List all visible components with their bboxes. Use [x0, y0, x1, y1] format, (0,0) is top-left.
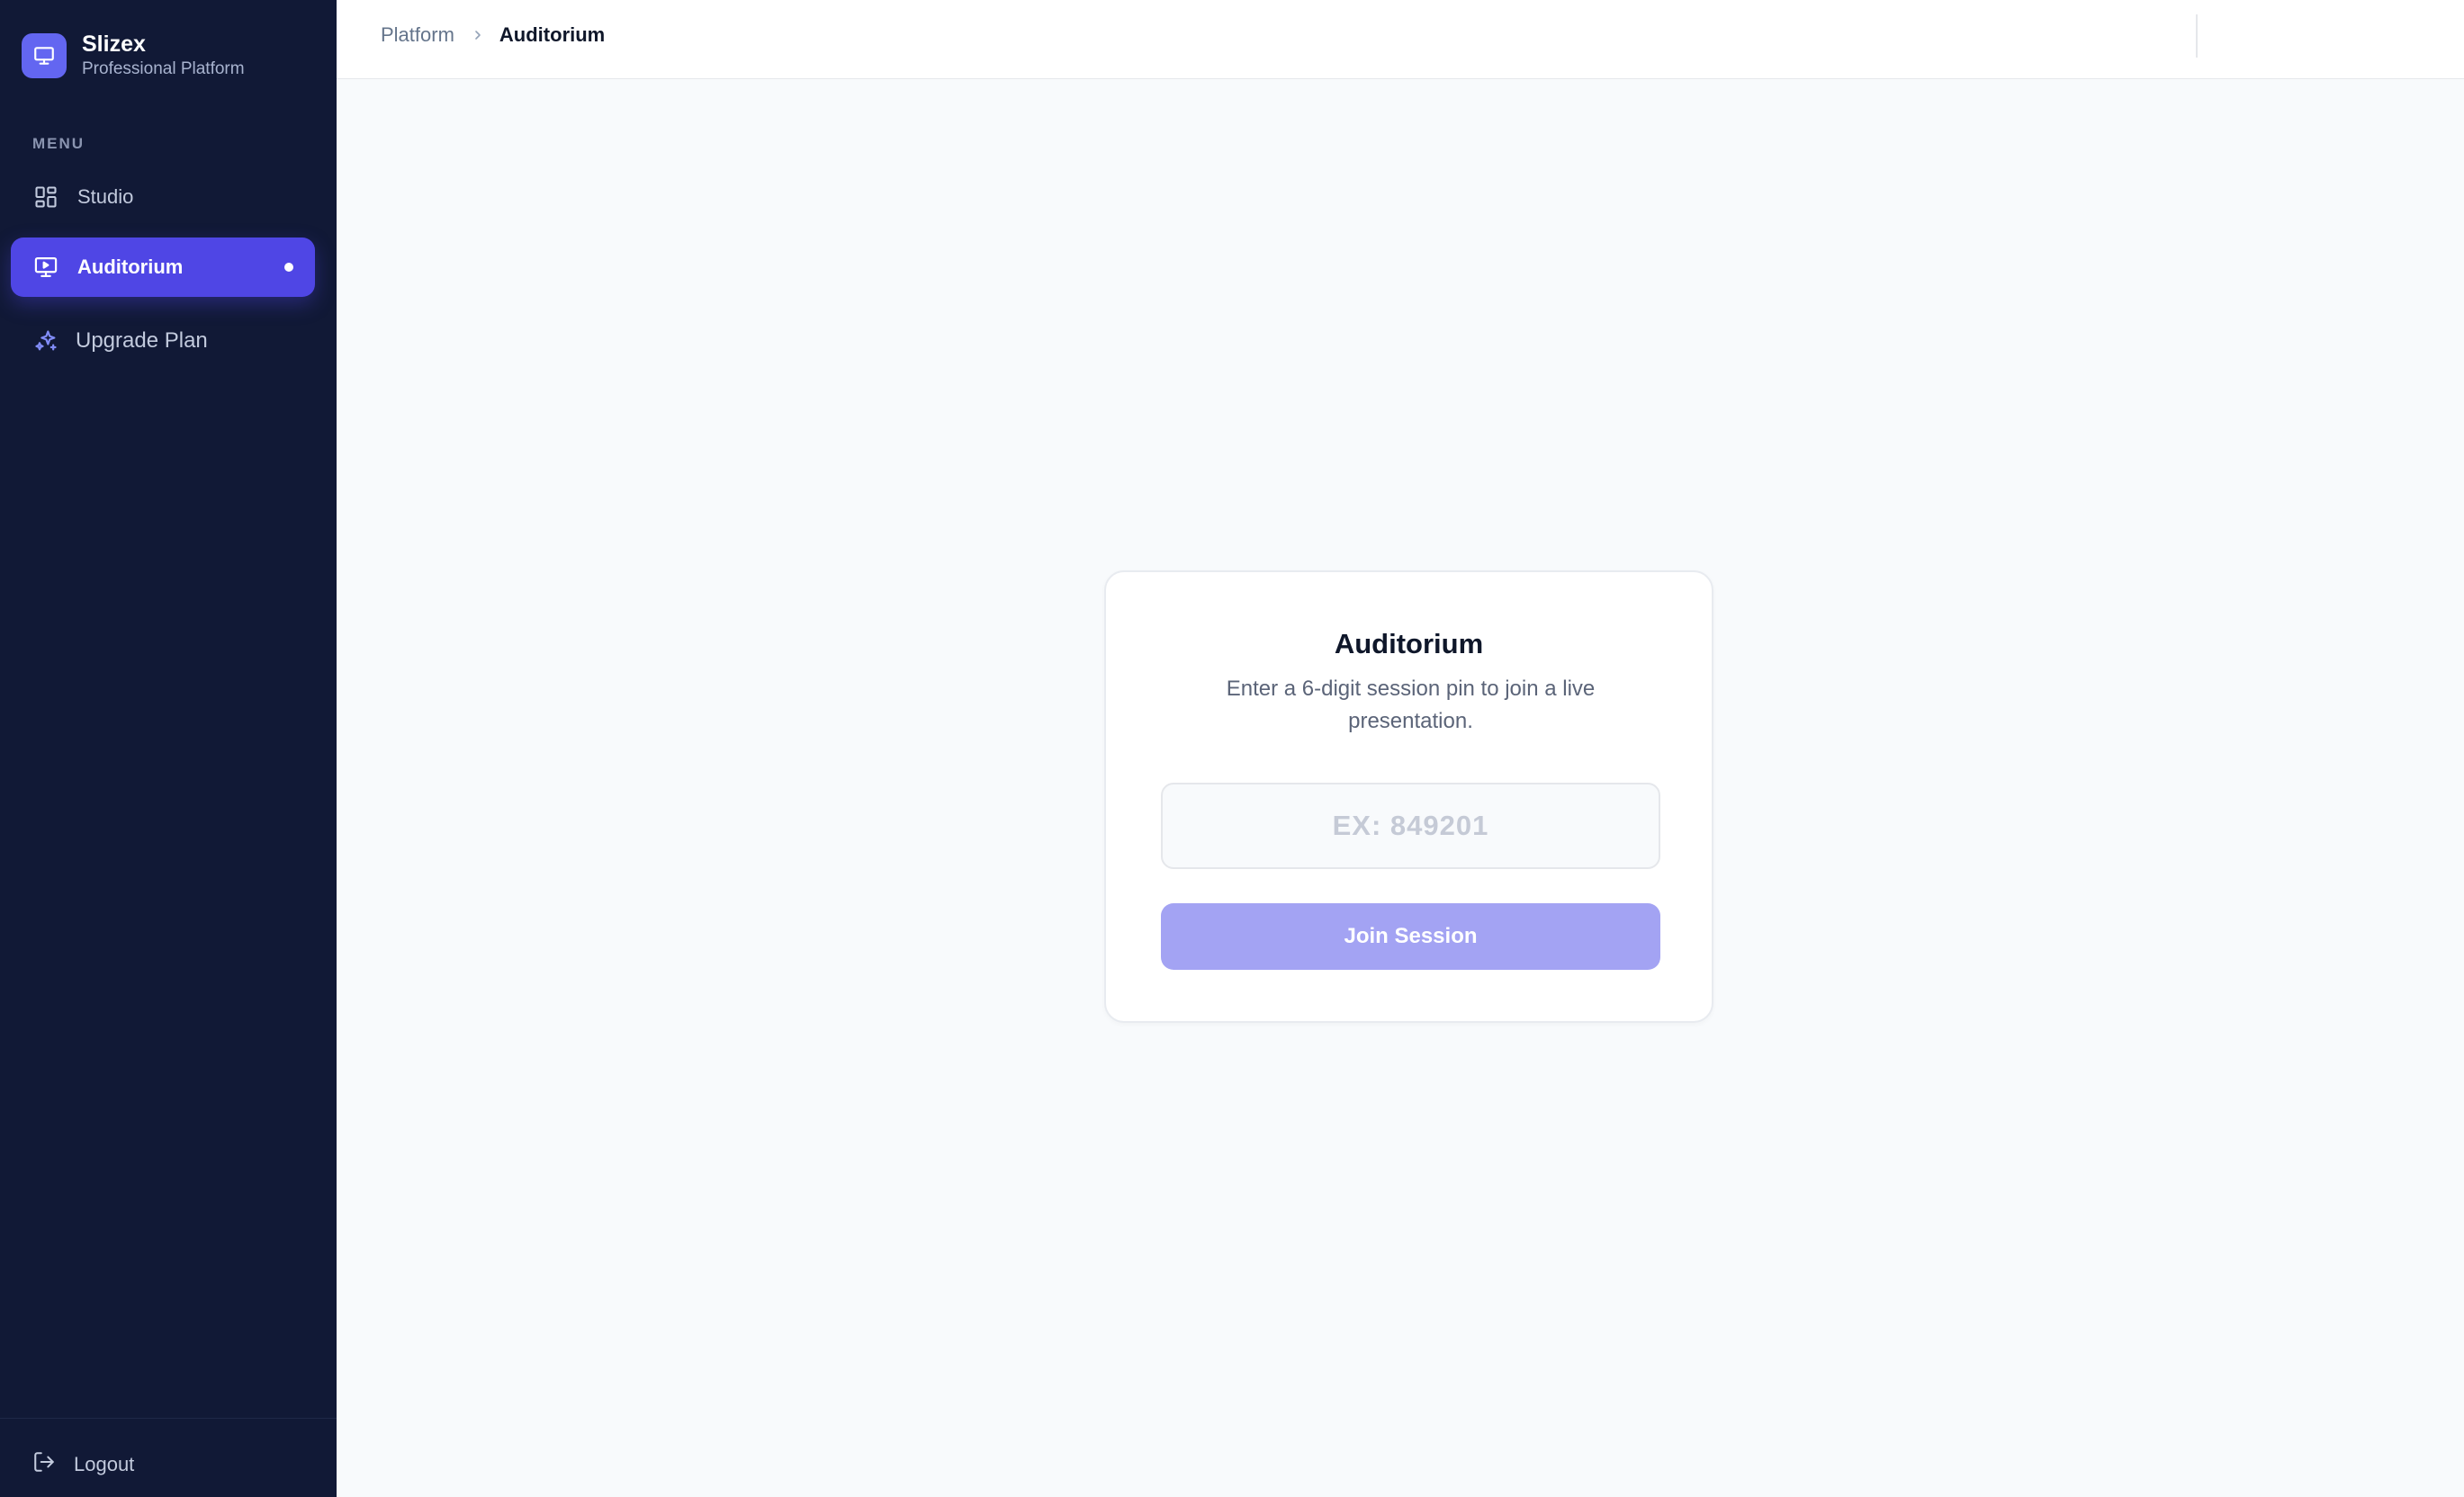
sidebar-item-auditorium[interactable]: Auditorium — [11, 238, 315, 297]
logout-label: Logout — [74, 1453, 135, 1475]
sparkles-icon — [32, 327, 59, 354]
card-description: Enter a 6-digit session pin to join a li… — [1226, 677, 1596, 733]
monitor-play-icon — [32, 254, 59, 281]
card-title: Auditorium — [1334, 628, 1484, 659]
sidebar-item-label: Studio — [77, 185, 134, 208]
session-pin-input[interactable] — [1161, 783, 1660, 869]
app-root: Slizex Professional Platform MENU Studio — [0, 0, 2464, 1497]
breadcrumb: Platform Auditorium — [381, 23, 605, 47]
sidebar: Slizex Professional Platform MENU Studio — [0, 0, 337, 1497]
logout-button[interactable]: Logout — [32, 1450, 134, 1479]
chevron-right-icon — [471, 28, 485, 42]
sidebar-item-upgrade-plan[interactable]: Upgrade Plan — [11, 311, 315, 371]
brand-subtitle: Professional Platform — [82, 59, 245, 78]
brand[interactable]: Slizex Professional Platform — [22, 31, 245, 81]
brand-name: Slizex — [82, 31, 146, 57]
grid-icon — [32, 184, 59, 211]
menu-label: MENU — [32, 135, 85, 152]
sidebar-item-label: Auditorium — [77, 255, 184, 278]
presentation-icon — [22, 33, 67, 78]
sidebar-item-label: Upgrade Plan — [76, 328, 208, 353]
header-divider — [2196, 14, 2198, 58]
top-header: Platform Auditorium — [337, 0, 2464, 79]
sidebar-divider — [0, 1418, 337, 1419]
sidebar-item-studio[interactable]: Studio — [11, 167, 315, 227]
logout-icon — [32, 1450, 56, 1479]
breadcrumb-root[interactable]: Platform — [381, 23, 454, 47]
breadcrumb-current: Auditorium — [499, 23, 606, 46]
active-indicator-dot — [284, 263, 293, 272]
join-session-button[interactable]: Join Session — [1161, 903, 1660, 970]
join-session-card: Auditorium Enter a 6-digit session pin t… — [1104, 570, 1713, 1023]
